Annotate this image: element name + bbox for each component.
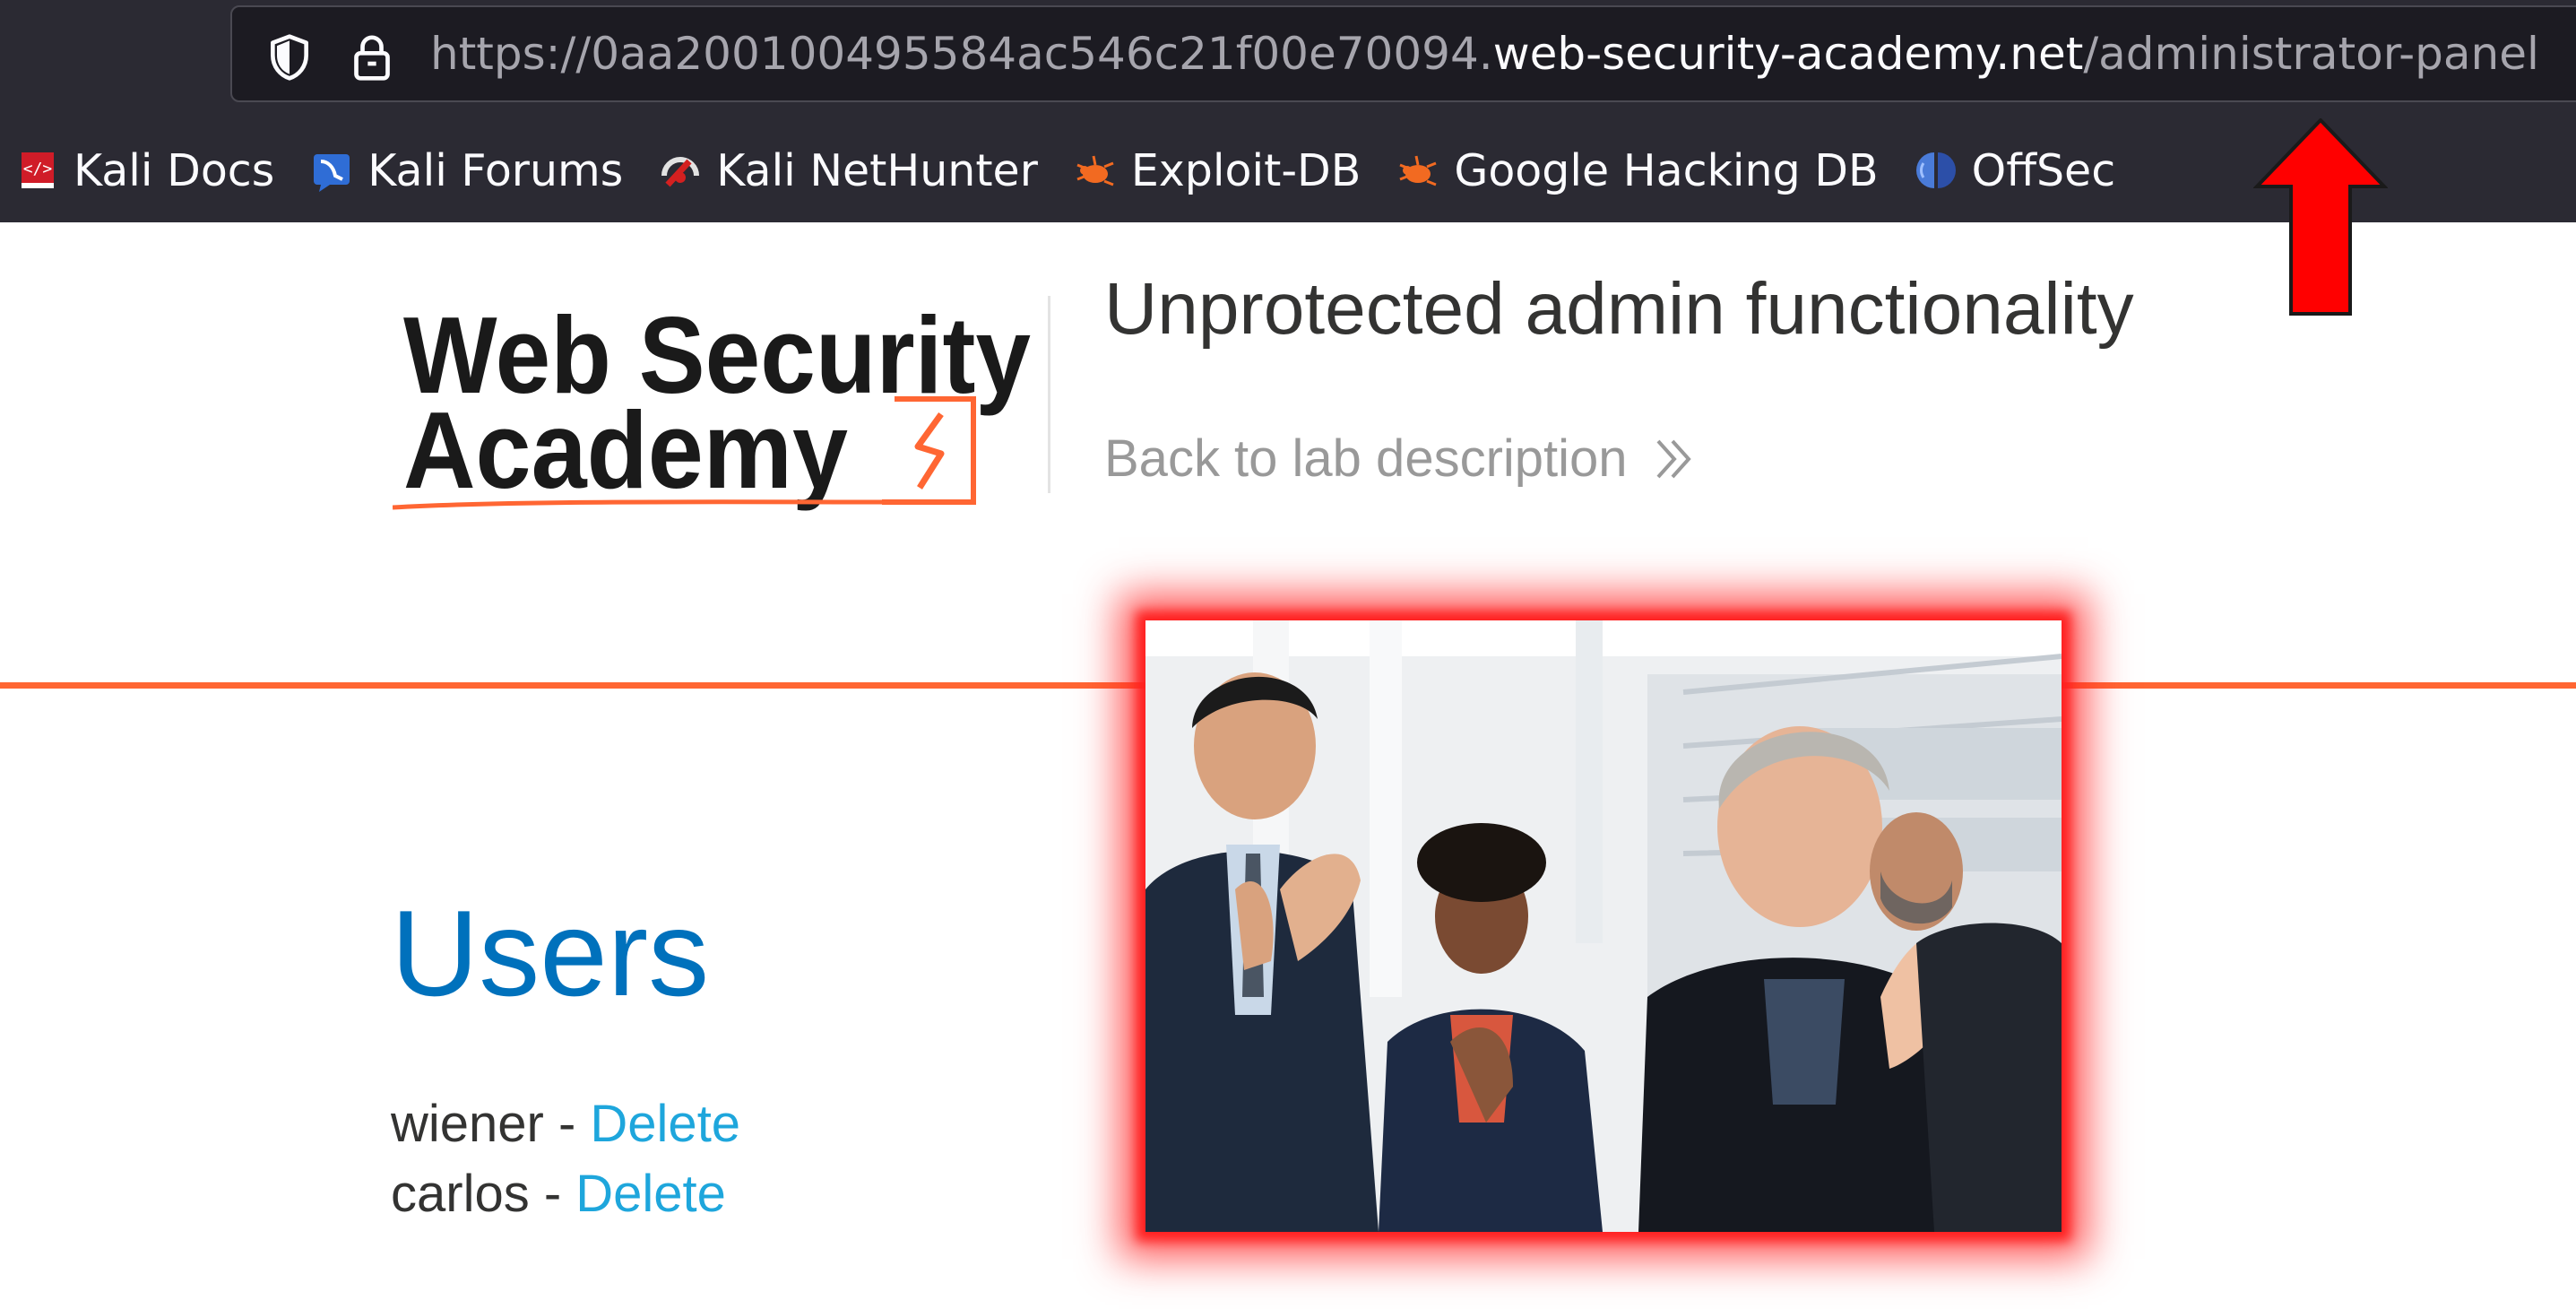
separator: - — [543, 1095, 591, 1153]
browser-toolbar: https://0aa200100495584ac546c21f00e70094… — [0, 0, 2576, 222]
bookmark-kali-docs[interactable]: </> Kali Docs — [16, 145, 274, 196]
header-divider — [1048, 296, 1050, 493]
lock-icon[interactable] — [347, 32, 397, 82]
user-row: wiener - Delete — [391, 1089, 740, 1159]
celebration-photo — [1145, 620, 2062, 1232]
offsec-icon — [1915, 152, 1956, 188]
bookmarks-bar: </> Kali Docs Kali Forums Kali NetHunter — [16, 127, 2151, 213]
google-hacking-db-icon — [1399, 155, 1437, 186]
address-bar[interactable]: https://0aa200100495584ac546c21f00e70094… — [230, 5, 2576, 102]
double-chevron-right-icon — [1656, 439, 1691, 478]
kali-docs-icon: </> — [22, 152, 54, 188]
url-subdomain: 0aa200100495584ac546c21f00e70094. — [591, 28, 1493, 80]
url-scheme: https:// — [430, 28, 592, 80]
bookmark-label: Kali Forums — [367, 144, 624, 196]
url-text[interactable]: https://0aa200100495584ac546c21f00e70094… — [430, 7, 2539, 100]
bookmark-label: Google Hacking DB — [1454, 144, 1879, 196]
url-domain: web-security-academy.net — [1492, 28, 2084, 80]
back-to-lab-description-link[interactable]: Back to lab description — [1104, 429, 1696, 489]
shield-icon[interactable] — [264, 32, 315, 82]
bookmark-kali-forums[interactable]: Kali Forums — [310, 145, 623, 196]
bookmark-offsec[interactable]: OffSec — [1915, 144, 2116, 196]
kali-nethunter-icon — [661, 157, 700, 187]
separator: - — [529, 1165, 576, 1223]
lab-title: Unprotected admin functionality — [1104, 268, 2134, 350]
back-link-label: Back to lab description — [1104, 429, 1628, 488]
bookmark-google-hacking-db[interactable]: Google Hacking DB — [1396, 144, 1879, 196]
bookmark-exploit-db[interactable]: Exploit-DB — [1074, 145, 1361, 196]
users-heading: Users — [391, 885, 710, 1021]
applauding-team-image — [1145, 620, 2062, 1232]
username: wiener — [391, 1095, 544, 1153]
bookmark-label: Kali NetHunter — [716, 144, 1038, 196]
bookmark-label: Exploit-DB — [1130, 144, 1361, 196]
svg-text:</>: </> — [23, 160, 53, 178]
delete-user-wiener-link[interactable]: Delete — [590, 1095, 740, 1153]
bookmark-kali-nethunter[interactable]: Kali NetHunter — [659, 145, 1038, 196]
user-list: wiener - Delete carlos - Delete — [391, 1089, 740, 1229]
url-path: /administrator-panel — [2083, 28, 2539, 80]
bookmark-label: Kali Docs — [73, 144, 275, 196]
kali-forums-icon — [314, 154, 350, 192]
web-security-academy-logo[interactable]: Web Security Academy — [393, 287, 1038, 529]
svg-text:Academy: Academy — [403, 389, 848, 511]
username: carlos — [391, 1165, 530, 1223]
delete-user-carlos-link[interactable]: Delete — [575, 1165, 726, 1223]
red-arrow-annotation — [2253, 118, 2388, 316]
bookmark-label: OffSec — [1971, 144, 2116, 196]
user-row: carlos - Delete — [391, 1159, 740, 1229]
exploit-db-icon — [1076, 155, 1114, 186]
